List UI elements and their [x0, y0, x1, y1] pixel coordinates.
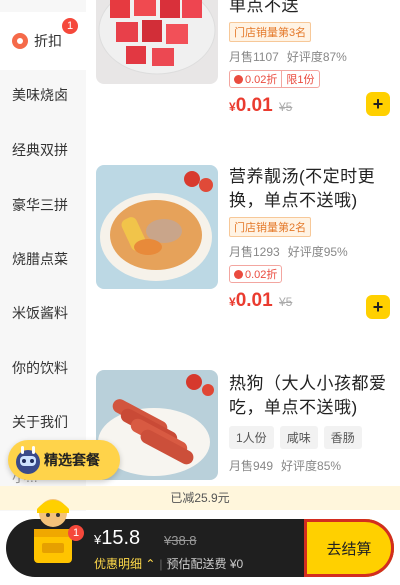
sidebar-item-discount[interactable]: 折扣 1 [0, 12, 86, 70]
cart-total: ¥15.8 [94, 527, 141, 549]
sidebar-item-triple[interactable]: 豪华三拼 [0, 176, 86, 234]
monthly-sales: 月售1107 [229, 50, 279, 64]
add-to-cart-button[interactable]: + [366, 295, 390, 319]
rating: 好评度95% [287, 245, 348, 259]
original-price: ¥5 [279, 294, 293, 309]
product-image-watermelon [96, 0, 218, 84]
cart-mascot-icon[interactable]: 1 [24, 495, 84, 575]
combo-label: 精选套餐 [44, 452, 100, 468]
sidebar-item-label: 你的饮料 [12, 360, 68, 376]
cart-original-total: ¥38.8 [164, 533, 197, 548]
combo-button[interactable]: 精选套餐 [8, 440, 120, 480]
sidebar-item-double[interactable]: 经典双拼 [0, 121, 86, 179]
limit-tag: 限1份 [281, 71, 318, 87]
product-price: ¥0.01 [229, 289, 273, 311]
product-price: ¥0.01 [229, 94, 273, 116]
discount-icon [234, 74, 243, 84]
add-to-cart-button[interactable]: + [366, 92, 390, 116]
spec-tag: 香肠 [323, 426, 362, 449]
product-card[interactable]: 单点不送 门店销量第3名 月售1107 好评度87% 0.02折 限1份 ¥0.0… [86, 0, 400, 130]
discount-tag: 0.02折 [229, 265, 283, 283]
rating: 好评度85% [281, 459, 342, 473]
product-title: 营养靓汤(不定时更换，单点不送哦) [229, 167, 376, 210]
monthly-sales: 月售949 [229, 459, 274, 473]
rank-badge: 门店销量第2名 [229, 217, 312, 237]
product-image-soup [96, 165, 218, 289]
sidebar-item-label: 烧腊点菜 [12, 251, 68, 267]
delivery-fee: 预估配送费 ¥0 [166, 557, 244, 571]
sidebar-item-rice[interactable]: 米饭酱料 [0, 284, 86, 342]
product-title: 单点不送 [229, 0, 299, 15]
sidebar-badge: 1 [62, 18, 78, 34]
product-title: 热狗（大人小孩都爱吃，单点不送哦) [229, 374, 387, 417]
discount-icon [12, 33, 28, 49]
monthly-sales: 月售1293 [229, 245, 280, 259]
spec-tag: 1人份 [229, 426, 274, 449]
sidebar-item-drinks[interactable]: 你的饮料 [0, 339, 86, 397]
cart-count-badge: 1 [68, 525, 84, 541]
sidebar-item-label: 关于我们 [12, 414, 68, 430]
checkout-button[interactable]: 去结算 [304, 519, 394, 577]
discount-tag: 0.02折 限1份 [229, 70, 320, 88]
product-card[interactable]: 热狗（大人小孩都爱吃，单点不送哦) 1人份 咸味 香肠 月售949 好评度85% [86, 370, 400, 490]
product-card[interactable]: 营养靓汤(不定时更换，单点不送哦) 门店销量第2名 月售1293 好评度95% 0… [86, 165, 400, 345]
sidebar-item-label: 折扣 [34, 33, 62, 49]
discount-icon [234, 269, 243, 279]
sidebar-item-braised[interactable]: 美味烧卤 [0, 66, 86, 124]
sidebar-item-label: 豪华三拼 [12, 197, 68, 213]
spec-tag: 咸味 [279, 426, 318, 449]
robot-mascot-icon [16, 446, 40, 474]
discount-detail-link[interactable]: 优惠明细 ⌃ [94, 557, 155, 571]
sidebar-item-label: 经典双拼 [12, 142, 68, 158]
original-price: ¥5 [279, 99, 293, 114]
rank-badge: 门店销量第3名 [229, 22, 312, 42]
rating: 好评度87% [286, 50, 347, 64]
sidebar-item-roast[interactable]: 烧腊点菜 [0, 230, 86, 288]
sidebar-item-label: 美味烧卤 [12, 87, 68, 103]
sidebar-item-label: 米饭酱料 [12, 305, 68, 321]
